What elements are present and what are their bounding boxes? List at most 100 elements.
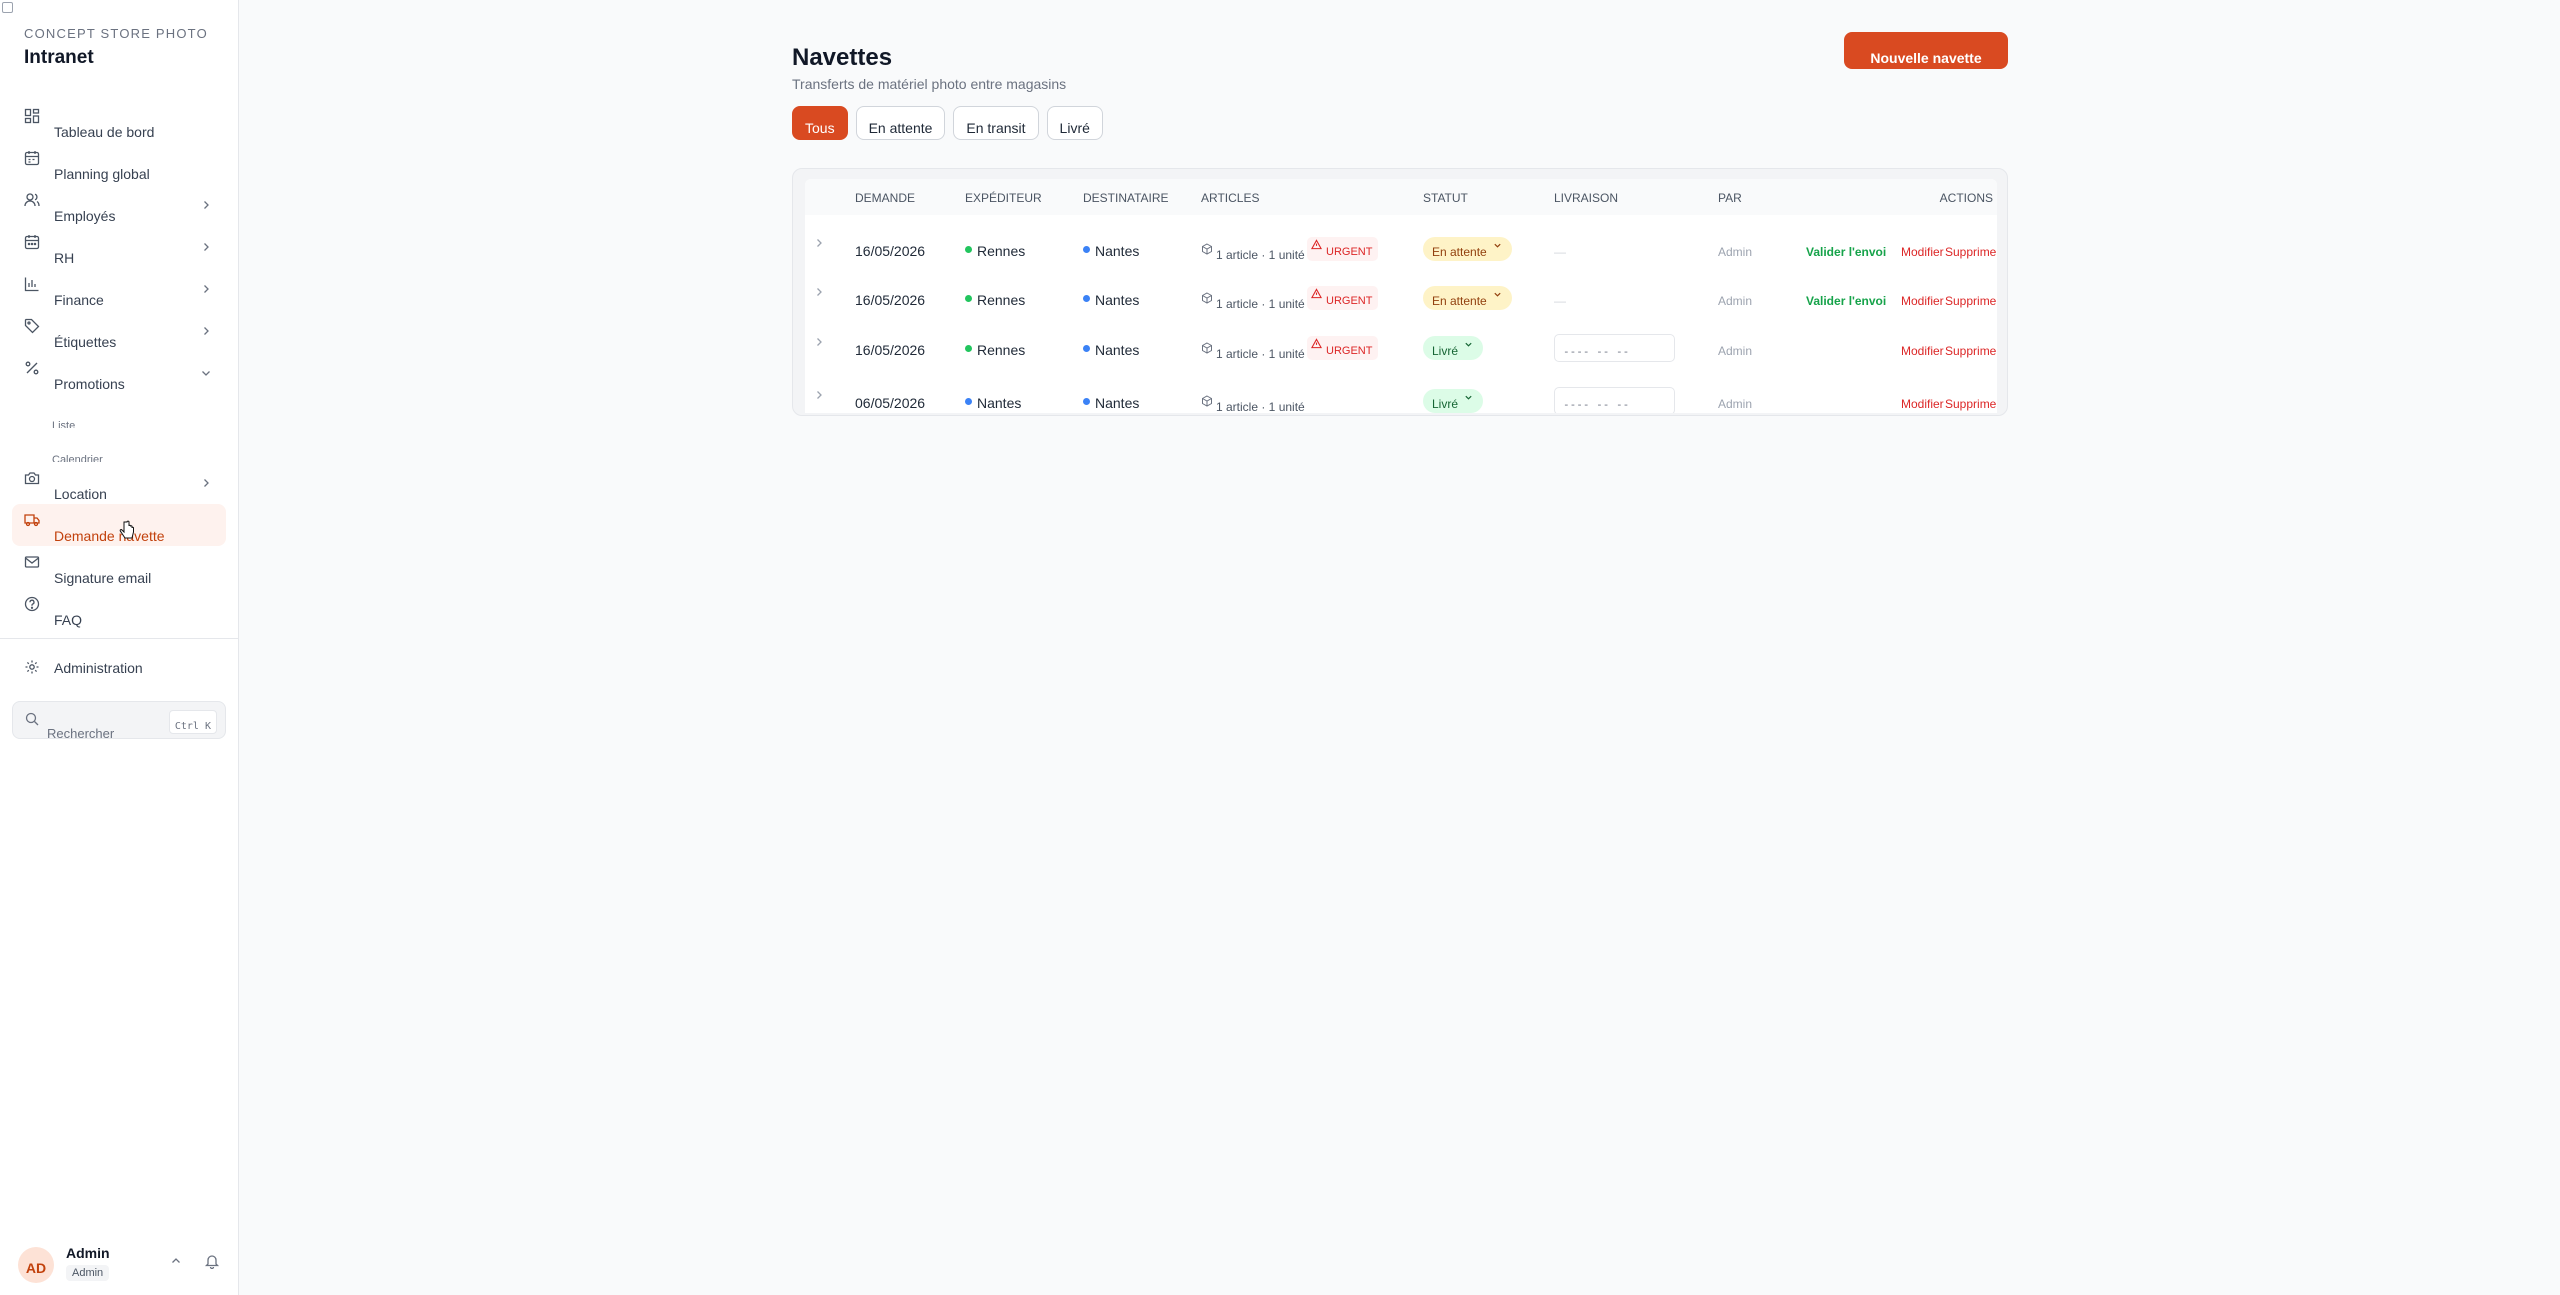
page-title: Navettes: [792, 44, 893, 71]
row-by: Admin: [1718, 344, 1753, 358]
col-expediteur[interactable]: EXPÉDITEUR: [965, 191, 1042, 205]
sidebar-item-signature-email[interactable]: Signature email: [12, 546, 226, 588]
col-demande[interactable]: DEMANDE: [855, 191, 915, 205]
row-articles-label: 1 article · 1 unité: [1216, 400, 1305, 413]
col-articles[interactable]: ARTICLES: [1201, 191, 1259, 205]
row-sender: Rennes: [965, 342, 1025, 358]
row-recipient: Nantes: [1083, 292, 1139, 308]
chevron-right-icon[interactable]: [813, 286, 825, 298]
corner-checkbox[interactable]: [2, 2, 13, 13]
table-row[interactable]: 16/05/2026 Rennes Nantes 1 article · 1 u…: [805, 330, 1997, 380]
chevron-right-icon[interactable]: [813, 336, 825, 348]
hand-cursor-icon: [119, 520, 134, 539]
edit-button[interactable]: Modifier: [1901, 344, 1944, 358]
avatar: AD: [18, 1247, 54, 1283]
sidebar-divider: [0, 638, 238, 639]
sidebar-item-label: Planning global: [54, 166, 150, 182]
row-recipient: Nantes: [1083, 243, 1139, 259]
sidebar-subitem-label: Liste: [52, 420, 76, 428]
warning-icon: [1311, 239, 1322, 250]
table-row[interactable]: 16/05/2026 Rennes Nantes 1 article · 1 u…: [805, 280, 1997, 330]
user-role-badge: Admin: [66, 1265, 110, 1281]
delete-button[interactable]: Supprimer: [1945, 245, 1997, 259]
tag-icon: [24, 318, 40, 334]
row-sender: Nantes: [965, 395, 1021, 411]
urgent-badge: URGENT: [1307, 336, 1379, 360]
tab-livre[interactable]: Livré: [1046, 106, 1103, 140]
urgent-label: URGENT: [1326, 345, 1373, 357]
edit-button[interactable]: Modifier: [1901, 245, 1944, 259]
col-livraison[interactable]: LIVRAISON: [1554, 191, 1618, 205]
urgent-badge: URGENT: [1307, 286, 1379, 310]
store-dot: [1083, 345, 1090, 352]
validate-button[interactable]: Valider l'envoi: [1806, 245, 1886, 259]
sidebar-item-employes[interactable]: Employés: [12, 184, 226, 226]
row-articles: 1 article · 1 unité: [1201, 395, 1305, 413]
sidebar-item-etiquettes[interactable]: Étiquettes: [12, 310, 226, 352]
percent-icon: [24, 360, 40, 376]
chevron-right-icon[interactable]: [813, 389, 825, 401]
delete-button[interactable]: Supprimer: [1945, 397, 1997, 411]
camera-icon: [24, 470, 40, 486]
sidebar-item-faq[interactable]: FAQ: [12, 588, 226, 630]
sidebar-item-label: Demande navette: [54, 528, 165, 544]
chevron-right-icon[interactable]: [813, 237, 825, 249]
validate-button[interactable]: Valider l'envoi: [1806, 294, 1886, 308]
user-menu[interactable]: AD Admin Admin: [0, 1237, 239, 1295]
col-par[interactable]: PAR: [1718, 191, 1742, 205]
row-date: 06/05/2026: [855, 395, 926, 411]
edit-button[interactable]: Modifier: [1901, 397, 1944, 411]
sidebar-subitem-calendrier[interactable]: Calendrier: [12, 428, 226, 462]
delete-button[interactable]: Supprimer: [1945, 294, 1997, 308]
store-dot: [1083, 246, 1090, 253]
mail-icon: [24, 554, 40, 570]
tab-en-attente[interactable]: En attente: [855, 106, 946, 140]
row-date: 16/05/2026: [855, 342, 926, 358]
sidebar-item-label: Promotions: [54, 376, 125, 392]
sidebar-item-promotions[interactable]: Promotions: [12, 352, 226, 394]
sidebar-item-dashboard[interactable]: Tableau de bord: [12, 100, 226, 142]
row-sender-label: Rennes: [977, 342, 1026, 358]
delete-button[interactable]: Supprimer: [1945, 344, 1997, 358]
row-recipient: Nantes: [1083, 395, 1139, 411]
row-sender-label: Nantes: [977, 395, 1022, 411]
search-placeholder: Rechercher: [47, 726, 115, 739]
status-select[interactable]: En attente: [1423, 286, 1512, 310]
tab-tous[interactable]: Tous: [792, 106, 848, 140]
status-select[interactable]: En attente: [1423, 237, 1512, 261]
row-delivery: —: [1554, 294, 1566, 308]
bell-icon[interactable]: [204, 1253, 220, 1269]
row-recipient-label: Nantes: [1095, 292, 1140, 308]
edit-button[interactable]: Modifier: [1901, 294, 1944, 308]
package-icon: [1202, 342, 1212, 354]
col-statut[interactable]: STATUT: [1423, 191, 1468, 205]
sidebar-item-administration[interactable]: Administration: [12, 647, 226, 689]
row-delivery: —: [1554, 245, 1566, 259]
col-destinataire[interactable]: DESTINATAIRE: [1083, 191, 1169, 205]
delivery-date-input[interactable]: ---- -- --: [1554, 387, 1675, 413]
status-select[interactable]: Livré: [1423, 336, 1484, 360]
new-shuttle-button[interactable]: Nouvelle navette: [1844, 32, 2008, 69]
bar-chart-icon: [24, 276, 40, 292]
sidebar-item-rh[interactable]: RH: [12, 226, 226, 268]
sidebar-subitem-liste[interactable]: Liste: [12, 394, 226, 428]
tab-en-transit[interactable]: En transit: [953, 106, 1039, 140]
col-actions: ACTIONS: [1939, 191, 1993, 205]
chevron-up-icon[interactable]: [170, 1255, 182, 1267]
row-articles: 1 article · 1 unité: [1201, 292, 1305, 311]
urgent-label: URGENT: [1326, 246, 1373, 258]
table-row[interactable]: 16/05/2026 Rennes Nantes 1 article · 1 u…: [805, 231, 1997, 281]
sidebar-item-location[interactable]: Location: [12, 462, 226, 504]
status-select[interactable]: Livré: [1423, 389, 1484, 413]
status-label: En attente: [1432, 294, 1487, 308]
search-input[interactable]: Rechercher Ctrl K: [12, 701, 226, 739]
search-shortcut: Ctrl K: [168, 710, 217, 734]
status-filter-tabs: Tous En attente En transit Livré: [792, 106, 2008, 140]
delivery-date-input[interactable]: ---- -- --: [1554, 334, 1675, 362]
sidebar-subitem-label: Calendrier: [52, 454, 103, 462]
row-articles: 1 article · 1 unité: [1201, 243, 1305, 262]
table-row[interactable]: 06/05/2026 Nantes Nantes 1 article · 1 u…: [805, 383, 1997, 413]
row-date: 16/05/2026: [855, 292, 926, 308]
sidebar-item-finance[interactable]: Finance: [12, 268, 226, 310]
sidebar-item-planning[interactable]: Planning global: [12, 142, 226, 184]
